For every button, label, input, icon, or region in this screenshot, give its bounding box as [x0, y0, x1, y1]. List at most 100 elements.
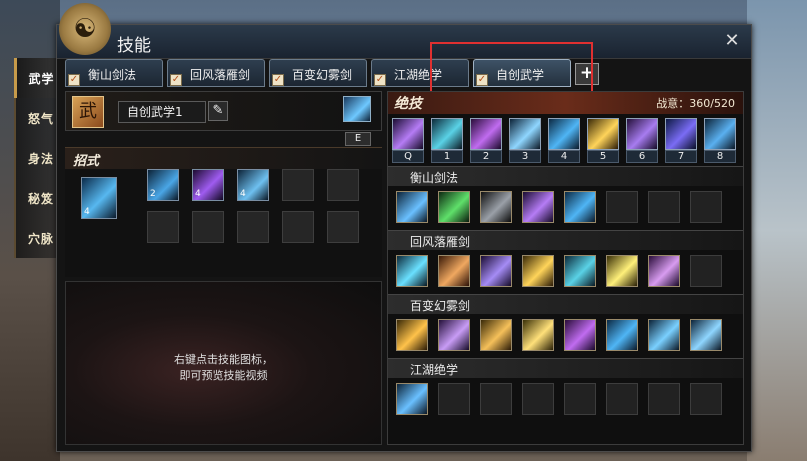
- hotbar-key: Q: [392, 150, 424, 163]
- skills-window: ☯ 技能 ✕ ✓ 衡山剑法 ✓ 回风落雁剑 ✓ 百变幻雾剑 ✓ 江湖绝学 ✓ 自…: [56, 3, 752, 452]
- skill-icon[interactable]: [522, 191, 554, 223]
- empty-skill-slot[interactable]: [564, 383, 596, 415]
- hotbar-key: 7: [665, 150, 697, 163]
- group-label: 回风落雁剑: [410, 235, 471, 249]
- skill-icon[interactable]: [564, 191, 596, 223]
- hotbar-skill-icon[interactable]: [431, 118, 463, 150]
- empty-move-slot[interactable]: [327, 169, 359, 201]
- skill-icon[interactable]: [396, 319, 428, 351]
- check-icon[interactable]: ✓: [170, 74, 182, 86]
- group-label: 江湖绝学: [410, 363, 459, 377]
- skill-icon[interactable]: [522, 255, 554, 287]
- empty-skill-slot[interactable]: [606, 383, 638, 415]
- style-name-field[interactable]: 自创武学1: [118, 101, 206, 123]
- tab-label: 回风落雁剑: [190, 68, 251, 82]
- hotbar-skill-icon[interactable]: [587, 118, 619, 150]
- group-label: 衡山剑法: [410, 171, 459, 185]
- empty-skill-slot[interactable]: [648, 383, 680, 415]
- tab-label: 衡山剑法: [88, 68, 137, 82]
- empty-skill-slot[interactable]: [690, 191, 722, 223]
- background-right: [747, 0, 807, 461]
- skill-icon[interactable]: [564, 255, 596, 287]
- skill-icon[interactable]: [396, 191, 428, 223]
- check-icon[interactable]: ✓: [272, 74, 284, 86]
- empty-skill-slot[interactable]: [648, 191, 680, 223]
- close-button[interactable]: ✕: [723, 32, 741, 50]
- side-tab-label: 穴脉: [27, 231, 54, 246]
- skill-icon[interactable]: [396, 255, 428, 287]
- empty-move-slot[interactable]: [237, 211, 269, 243]
- move-skill-icon[interactable]: 2: [147, 169, 179, 201]
- ultimate-skill-slot[interactable]: [343, 96, 371, 128]
- empty-skill-slot[interactable]: [522, 383, 554, 415]
- pencil-icon[interactable]: ✎: [208, 101, 228, 121]
- meditation-logo-icon: ☯: [59, 3, 111, 55]
- sword-skill-icon: [343, 96, 371, 122]
- skill-icon[interactable]: [438, 255, 470, 287]
- preview-hint-line: 即可预览技能视频: [179, 369, 268, 382]
- empty-skill-slot[interactable]: [438, 383, 470, 415]
- empty-move-slot[interactable]: [282, 211, 314, 243]
- skill-row-baibian: [388, 314, 743, 358]
- empty-skill-slot[interactable]: [690, 383, 722, 415]
- skill-icon[interactable]: [606, 319, 638, 351]
- hotbar-skill-icon[interactable]: [548, 118, 580, 150]
- hotbar-key: 5: [587, 150, 619, 163]
- skill-icon[interactable]: [648, 255, 680, 287]
- empty-move-slot[interactable]: [282, 169, 314, 201]
- hotbar-key: 3: [509, 150, 541, 163]
- side-tab-label: 怒气: [27, 111, 54, 126]
- style-header: 武 自创武学1 ✎ E: [65, 91, 382, 146]
- martial-figure-icon: 武: [72, 96, 104, 128]
- hotbar-skill-icon[interactable]: [392, 118, 424, 150]
- moves-title: 招式: [73, 154, 100, 169]
- skill-icon[interactable]: [564, 319, 596, 351]
- tab-hengshan[interactable]: ✓ 衡山剑法: [65, 59, 163, 87]
- moves-header: 招式: [65, 147, 382, 169]
- empty-move-slot[interactable]: [327, 211, 359, 243]
- hotbar-skill-icon[interactable]: [665, 118, 697, 150]
- hotbar-skill-icon[interactable]: [509, 118, 541, 150]
- group-header-huifeng: 回风落雁剑: [388, 230, 743, 250]
- window-title: 技能: [117, 36, 151, 56]
- tab-label: 百变幻雾剑: [292, 68, 353, 82]
- hotbar-key: 2: [470, 150, 502, 163]
- skill-icon[interactable]: [648, 319, 680, 351]
- hotbar-skill-icon[interactable]: [470, 118, 502, 150]
- battle-score: 战意：360/520: [656, 97, 735, 110]
- empty-move-slot[interactable]: [192, 211, 224, 243]
- move-count: 4: [240, 189, 246, 199]
- preview-hint: 右键点击技能图标， 即可预览技能视频: [66, 352, 381, 384]
- skill-icon[interactable]: [606, 255, 638, 287]
- hotbar-key: 6: [626, 150, 658, 163]
- title-bar: ☯ 技能 ✕: [57, 3, 751, 59]
- move-count: 2: [150, 189, 156, 199]
- skill-icon[interactable]: [480, 319, 512, 351]
- group-label: 百变幻雾剑: [410, 299, 471, 313]
- check-icon[interactable]: ✓: [374, 74, 386, 86]
- hotbar-skill-icon[interactable]: [704, 118, 736, 150]
- empty-skill-slot[interactable]: [606, 191, 638, 223]
- check-icon[interactable]: ✓: [68, 74, 80, 86]
- empty-skill-slot[interactable]: [480, 383, 512, 415]
- hotbar-skill-icon[interactable]: [626, 118, 658, 150]
- skill-icon[interactable]: [396, 383, 428, 415]
- skill-icon[interactable]: [438, 319, 470, 351]
- skill-icon[interactable]: [690, 319, 722, 351]
- move-count: 4: [84, 207, 90, 217]
- tab-baibian[interactable]: ✓ 百变幻雾剑: [269, 59, 367, 87]
- empty-move-slot[interactable]: [147, 211, 179, 243]
- move-count: 4: [195, 189, 201, 199]
- move-skill-icon[interactable]: 4: [192, 169, 224, 201]
- ultimate-key-label: E: [345, 132, 371, 146]
- skill-icon[interactable]: [480, 191, 512, 223]
- move-skill-icon[interactable]: 4: [81, 177, 117, 219]
- group-header-hengshan: 衡山剑法: [388, 166, 743, 186]
- skill-icon[interactable]: [522, 319, 554, 351]
- tab-huifeng[interactable]: ✓ 回风落雁剑: [167, 59, 265, 87]
- empty-skill-slot[interactable]: [690, 255, 722, 287]
- move-skill-icon[interactable]: 4: [237, 169, 269, 201]
- moves-grid: 4 2 4 4: [65, 169, 382, 277]
- skill-icon[interactable]: [480, 255, 512, 287]
- skill-icon[interactable]: [438, 191, 470, 223]
